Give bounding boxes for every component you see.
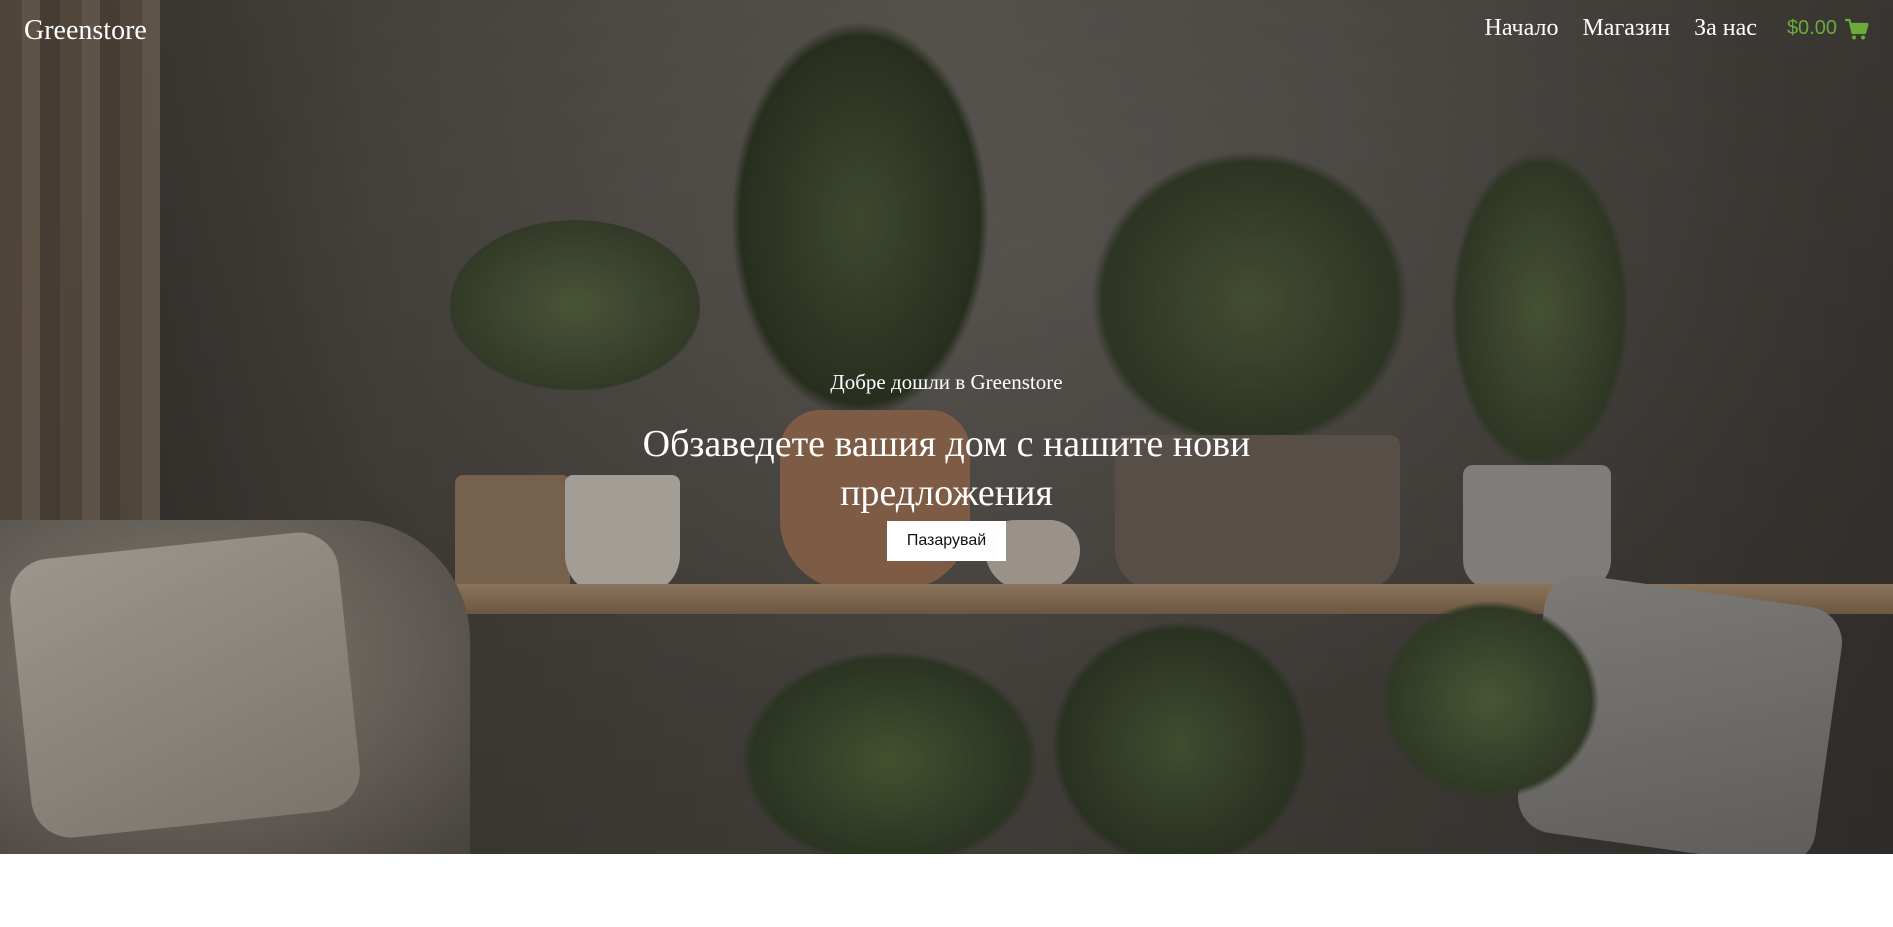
hero-title: Обзаведете вашия дом с нашите нови предл… [642, 423, 1251, 514]
cart-total: $0.00 [1786, 17, 1837, 39]
cart-button[interactable]: $0.00 [1787, 17, 1869, 40]
hero-content: Добре дошли в Greenstore Обзаведете ваши… [0, 370, 1893, 561]
nav-item-about[interactable]: За нас [1694, 15, 1757, 42]
site-header: Greenstore Начало Магазин За нас $0.00 [0, 0, 1893, 62]
hero-subtitle: Добре дошли в Greenstore [830, 370, 1063, 394]
site-logo[interactable]: Greenstore [24, 15, 147, 47]
shop-now-button[interactable]: Пазарувай [886, 521, 1007, 561]
hero-banner: Добре дошли в Greenstore Обзаведете ваши… [0, 0, 1893, 854]
shopping-cart-icon [1845, 18, 1869, 39]
main-nav: Начало Магазин За нас $0.00 [1485, 15, 1869, 42]
nav-item-home[interactable]: Начало [1485, 15, 1559, 42]
nav-item-shop[interactable]: Магазин [1582, 15, 1670, 42]
